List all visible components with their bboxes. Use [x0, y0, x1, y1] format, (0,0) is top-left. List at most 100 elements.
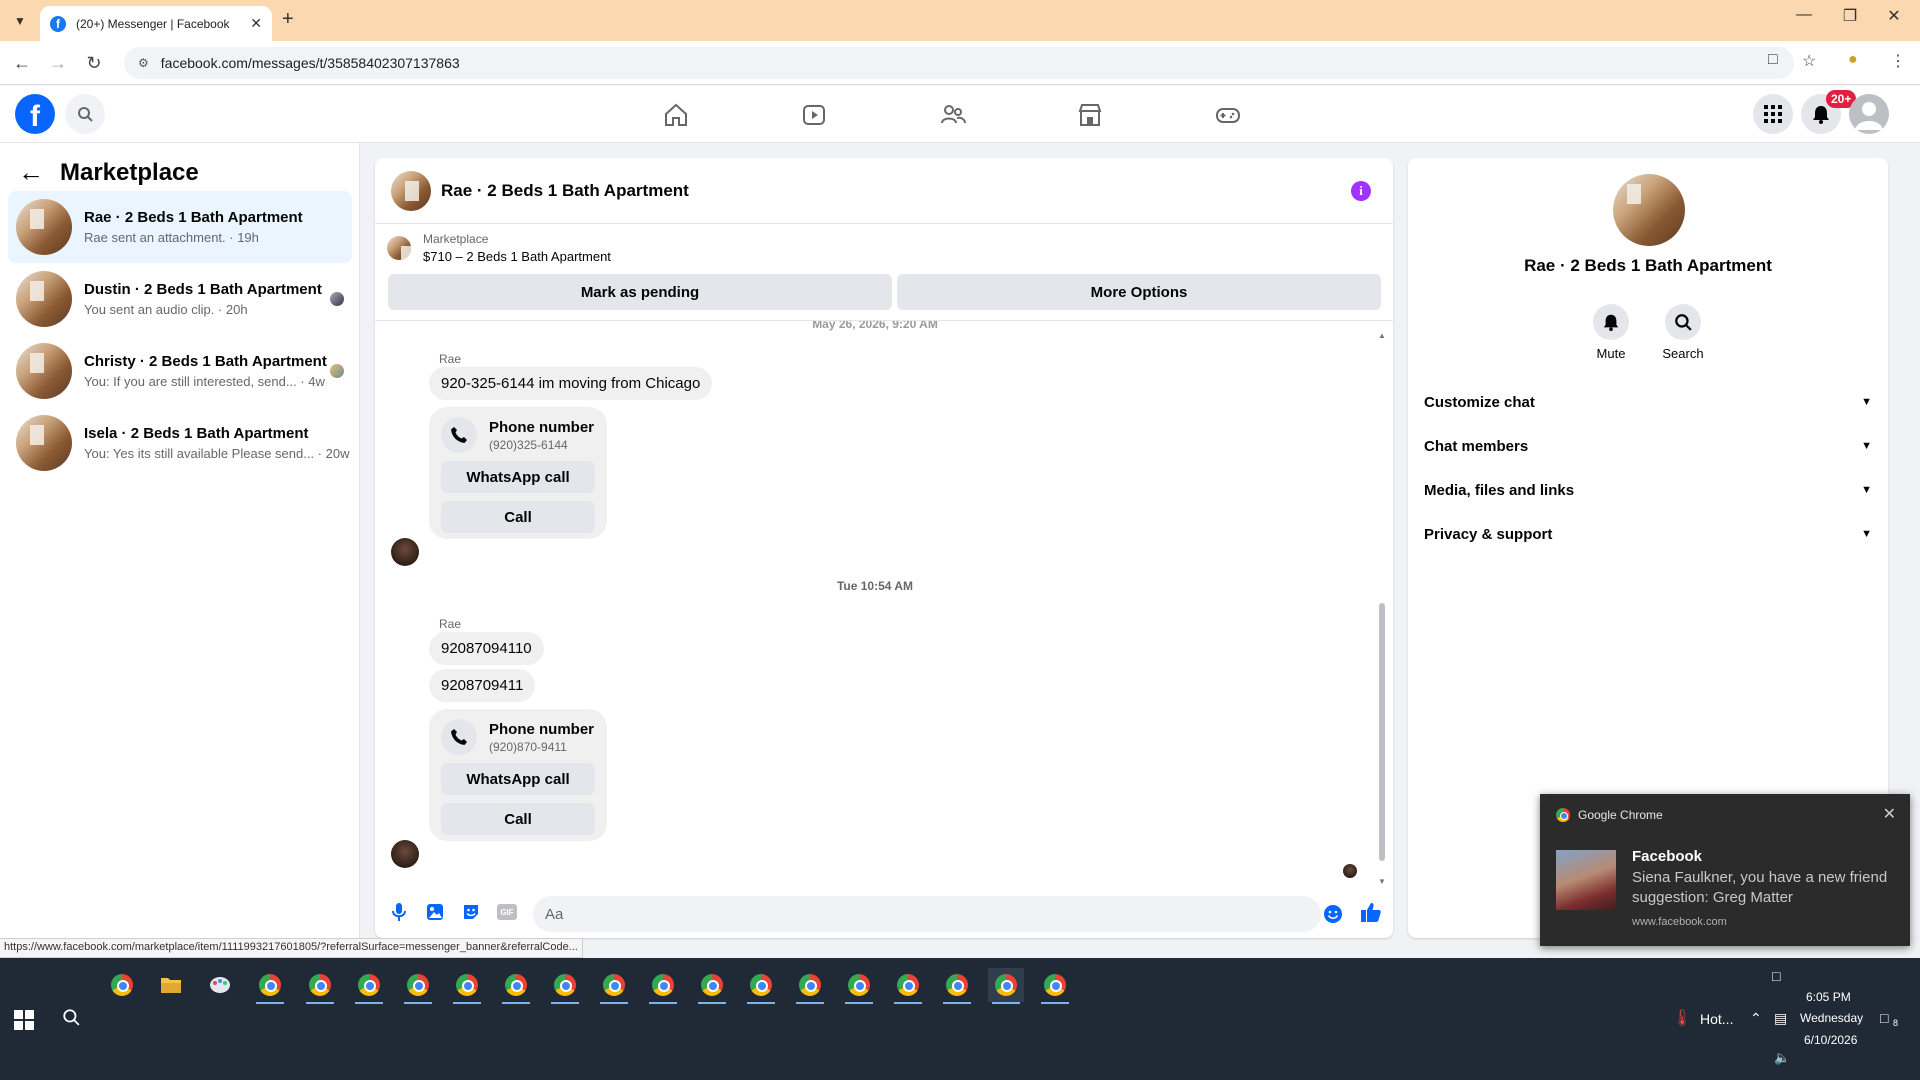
video-icon[interactable] — [799, 100, 829, 130]
network-icon[interactable]: ▤ — [1774, 1010, 1787, 1027]
facebook-logo-icon[interactable]: f — [15, 94, 55, 134]
photo-icon[interactable] — [423, 900, 447, 924]
conversation-item[interactable]: Christy · 2 Beds 1 Bath Apartment You: I… — [8, 335, 352, 407]
gaming-icon[interactable] — [1213, 100, 1243, 130]
sender-avatar[interactable] — [391, 840, 419, 868]
chrome-taskbar-icon[interactable] — [547, 968, 583, 1004]
chrome-taskbar-icon[interactable] — [939, 968, 975, 1004]
install-app-icon[interactable]: □ — [1768, 51, 1778, 69]
message-input[interactable]: Aa — [533, 896, 1321, 932]
chrome-taskbar-icon[interactable] — [890, 968, 926, 1004]
sender-avatar[interactable] — [391, 538, 419, 566]
site-settings-icon[interactable]: ⚙ — [138, 56, 149, 70]
tablet-mode-icon[interactable]: □ — [1772, 968, 1780, 984]
mark-as-pending-button[interactable]: Mark as pending — [388, 274, 892, 310]
search-action[interactable]: Search — [1651, 304, 1715, 361]
message-bubble[interactable]: 92087094110 — [429, 632, 544, 665]
emoji-icon[interactable] — [1321, 902, 1345, 926]
chrome-taskbar-icon[interactable] — [988, 968, 1024, 1004]
conversation-item[interactable]: Isela · 2 Beds 1 Bath Apartment You: Yes… — [8, 407, 352, 479]
chevron-down-icon: ▼ — [1861, 484, 1872, 496]
chat-title[interactable]: Rae · 2 Beds 1 Bath Apartment — [441, 181, 689, 201]
message-bubble[interactable]: 9208709411 — [429, 669, 536, 702]
privacy-support-row[interactable]: Privacy & support ▼ — [1424, 512, 1872, 556]
chrome-taskbar-icon[interactable] — [498, 968, 534, 1004]
phone-icon — [441, 719, 477, 755]
file-explorer-icon[interactable] — [153, 968, 189, 1002]
message-list[interactable]: May 26, 2026, 9:20 AM Rae 920-325-6144 i… — [375, 321, 1393, 881]
chrome-taskbar-icon[interactable] — [743, 968, 779, 1004]
chrome-taskbar-icon[interactable] — [792, 968, 828, 1004]
window-close-icon[interactable]: ✕ — [1872, 6, 1916, 26]
marketplace-icon[interactable] — [1075, 100, 1105, 130]
show-hidden-icons-icon[interactable]: ⌃ — [1750, 1010, 1762, 1027]
media-files-links-row[interactable]: Media, files and links ▼ — [1424, 468, 1872, 512]
scroll-down-icon[interactable]: ▼ — [1378, 877, 1386, 886]
chrome-taskbar-icon[interactable] — [400, 968, 436, 1004]
gif-icon[interactable]: GIF — [495, 900, 519, 924]
tab-close-icon[interactable]: ✕ — [250, 15, 262, 32]
clock-day[interactable]: Wednesday — [1800, 1011, 1863, 1025]
conversation-item[interactable]: Dustin · 2 Beds 1 Bath Apartment You sen… — [8, 263, 352, 335]
message-scrollbar[interactable]: ▲ ▼ — [1377, 331, 1387, 887]
volume-icon[interactable]: 🔈 — [1774, 1050, 1790, 1066]
address-bar[interactable]: ⚙ facebook.com/messages/t/35858402307137… — [124, 47, 1794, 79]
reload-icon[interactable]: ↻ — [82, 51, 106, 75]
menu-grid-icon[interactable] — [1753, 94, 1793, 134]
chrome-taskbar-icon[interactable] — [1037, 968, 1073, 1004]
chrome-taskbar-icon[interactable] — [694, 968, 730, 1004]
restore-icon[interactable]: ❐ — [1828, 6, 1872, 26]
new-tab-plus-icon[interactable]: + — [282, 8, 294, 31]
chrome-taskbar-icon[interactable] — [645, 968, 681, 1004]
toast-close-icon[interactable]: ✕ — [1883, 804, 1896, 824]
account-avatar[interactable] — [1849, 94, 1889, 134]
weather-text[interactable]: Hot... — [1700, 1011, 1733, 1027]
chrome-taskbar-icon[interactable] — [302, 968, 338, 1004]
browser-menu-icon[interactable]: ⋮ — [1890, 51, 1906, 71]
sticker-icon[interactable] — [459, 900, 483, 924]
facebook-search-icon[interactable] — [65, 94, 105, 134]
more-options-button[interactable]: More Options — [897, 274, 1381, 310]
back-arrow-icon[interactable]: ← — [10, 51, 34, 75]
conversation-item[interactable]: Rae · 2 Beds 1 Bath Apartment Rae sent a… — [8, 191, 352, 263]
chat-members-row[interactable]: Chat members ▼ — [1424, 424, 1872, 468]
customize-chat-row[interactable]: Customize chat ▼ — [1424, 380, 1872, 424]
scroll-up-icon[interactable]: ▲ — [1378, 331, 1386, 340]
call-button[interactable]: Call — [441, 501, 595, 533]
message-composer: GIF Aa — [375, 890, 1393, 938]
browser-tab-messenger[interactable]: f (20+) Messenger | Facebook ✕ — [40, 6, 272, 41]
profile-icon[interactable]: ● — [1848, 51, 1858, 69]
whatsapp-call-button[interactable]: WhatsApp call — [441, 763, 595, 795]
chat-listing-thumbnail[interactable] — [391, 170, 431, 211]
chrome-taskbar-icon[interactable] — [252, 968, 288, 1004]
tab-search-chevron-icon[interactable]: ▼ — [8, 9, 32, 33]
thumbs-up-icon[interactable] — [1359, 900, 1383, 924]
forward-arrow-icon[interactable]: → — [46, 51, 70, 75]
chrome-notification-toast[interactable]: Google Chrome ✕ Facebook Siena Faulkner,… — [1540, 794, 1910, 946]
scrollbar-thumb[interactable] — [1379, 603, 1385, 861]
back-arrow-icon[interactable]: ← — [18, 157, 44, 188]
info-icon[interactable]: i — [1351, 181, 1371, 201]
clock-date[interactable]: 6/10/2026 — [1804, 1033, 1857, 1047]
whatsapp-call-button[interactable]: WhatsApp call — [441, 461, 595, 493]
chrome-taskbar-icon[interactable] — [449, 968, 485, 1004]
taskbar-search-icon[interactable] — [62, 1008, 80, 1031]
action-center-icon[interactable]: □ — [1880, 1010, 1888, 1026]
clock-time[interactable]: 6:05 PM — [1806, 990, 1851, 1004]
call-button[interactable]: Call — [441, 803, 595, 835]
paint-icon[interactable] — [202, 968, 238, 1002]
minimize-icon[interactable]: — — [1782, 6, 1826, 24]
chrome-taskbar-icon[interactable] — [841, 968, 877, 1004]
message-bubble[interactable]: 920-325-6144 im moving from Chicago — [429, 367, 713, 400]
marketplace-listing-strip[interactable]: Marketplace $710 – 2 Beds 1 Bath Apartme… — [387, 232, 611, 264]
chrome-taskbar-icon[interactable] — [104, 968, 140, 1002]
listing-photo[interactable] — [1613, 174, 1685, 246]
windows-start-icon[interactable] — [14, 1010, 34, 1035]
home-icon[interactable] — [661, 100, 691, 130]
friends-icon[interactable] — [938, 100, 968, 130]
chrome-taskbar-icon[interactable] — [596, 968, 632, 1004]
microphone-icon[interactable] — [387, 900, 411, 924]
bookmark-star-icon[interactable]: ☆ — [1802, 51, 1816, 71]
chrome-taskbar-icon[interactable] — [351, 968, 387, 1004]
mute-action[interactable]: Mute — [1579, 304, 1643, 361]
